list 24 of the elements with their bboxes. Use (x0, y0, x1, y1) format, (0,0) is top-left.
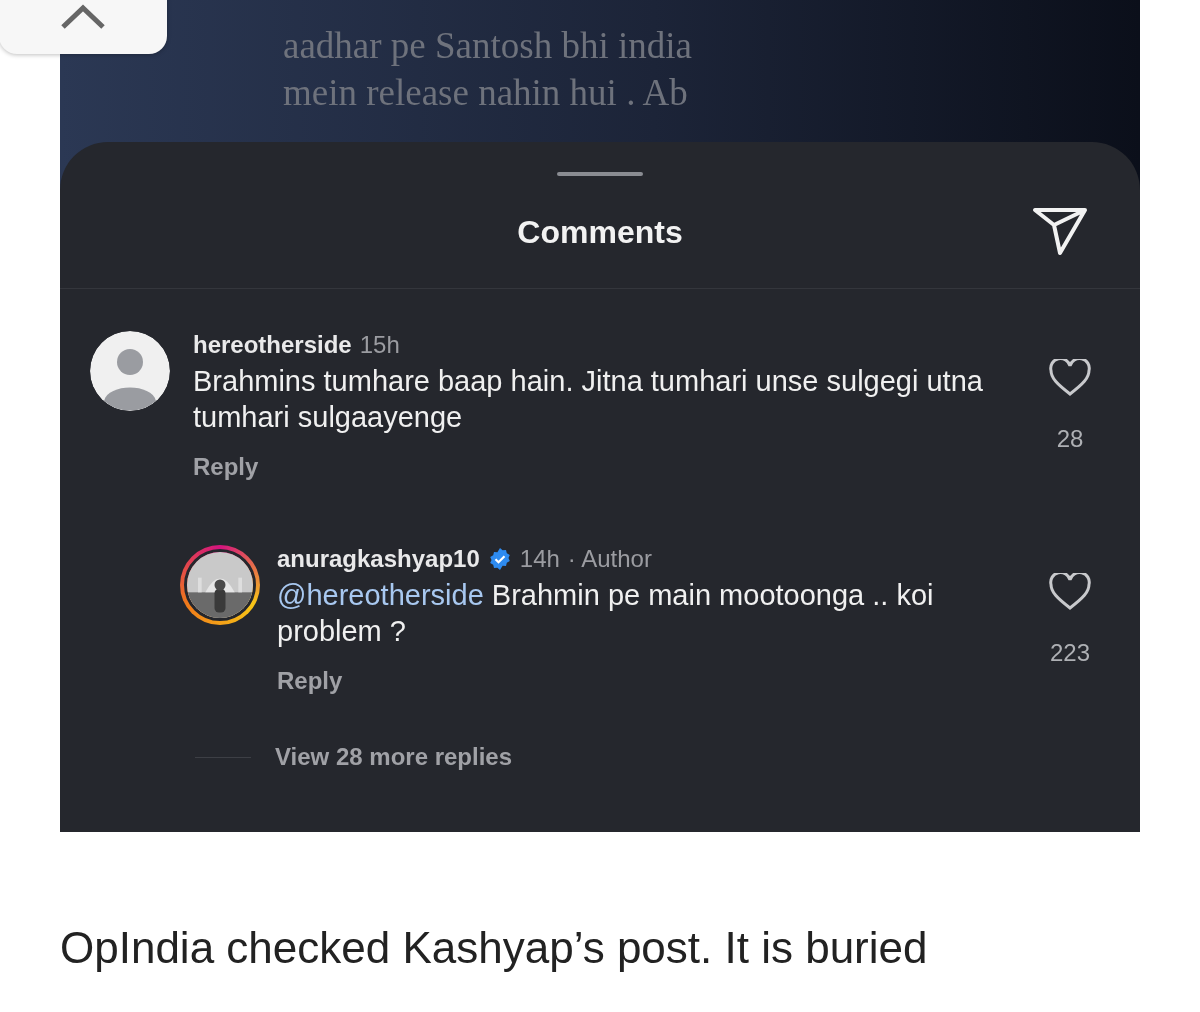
comment-text: @hereotherside Brahmin pe main mootoonga .. koi problem ? (277, 578, 935, 649)
heart-icon[interactable] (1049, 359, 1091, 397)
chevron-up-icon (60, 4, 106, 30)
mention-link[interactable]: @hereotherside (277, 579, 484, 611)
author-label: · Author (567, 545, 652, 573)
username[interactable]: hereotherside (193, 331, 352, 359)
reply-link[interactable]: Reply (193, 453, 259, 481)
scroll-top-button[interactable] (0, 0, 167, 54)
timestamp: 15h (359, 331, 400, 359)
caption-line: mein release nahin hui . Ab (283, 71, 688, 115)
avatar-icon[interactable] (90, 331, 170, 411)
drag-handle[interactable] (557, 172, 643, 176)
send-icon[interactable] (1032, 206, 1088, 256)
sheet-title: Comments (517, 213, 683, 251)
timestamp: 14h (519, 545, 560, 573)
like-count: 223 (1049, 639, 1090, 667)
article-paragraph: OpIndia checked Kashyap’s post. It is buried (60, 922, 929, 974)
comment-text: Brahmins tumhare baap hain. Jitna tumhari unse sulgegi utna tumhari sulgaayenge (193, 364, 983, 435)
caption-line: aadhar pe Santosh bhi india (283, 24, 692, 68)
like-count: 28 (1056, 425, 1084, 453)
heart-icon[interactable] (1049, 573, 1091, 611)
reply-link[interactable]: Reply (277, 667, 343, 695)
view-replies-link[interactable]: View 28 more replies (275, 743, 513, 771)
username[interactable]: anuragkashyap10 (277, 545, 480, 573)
